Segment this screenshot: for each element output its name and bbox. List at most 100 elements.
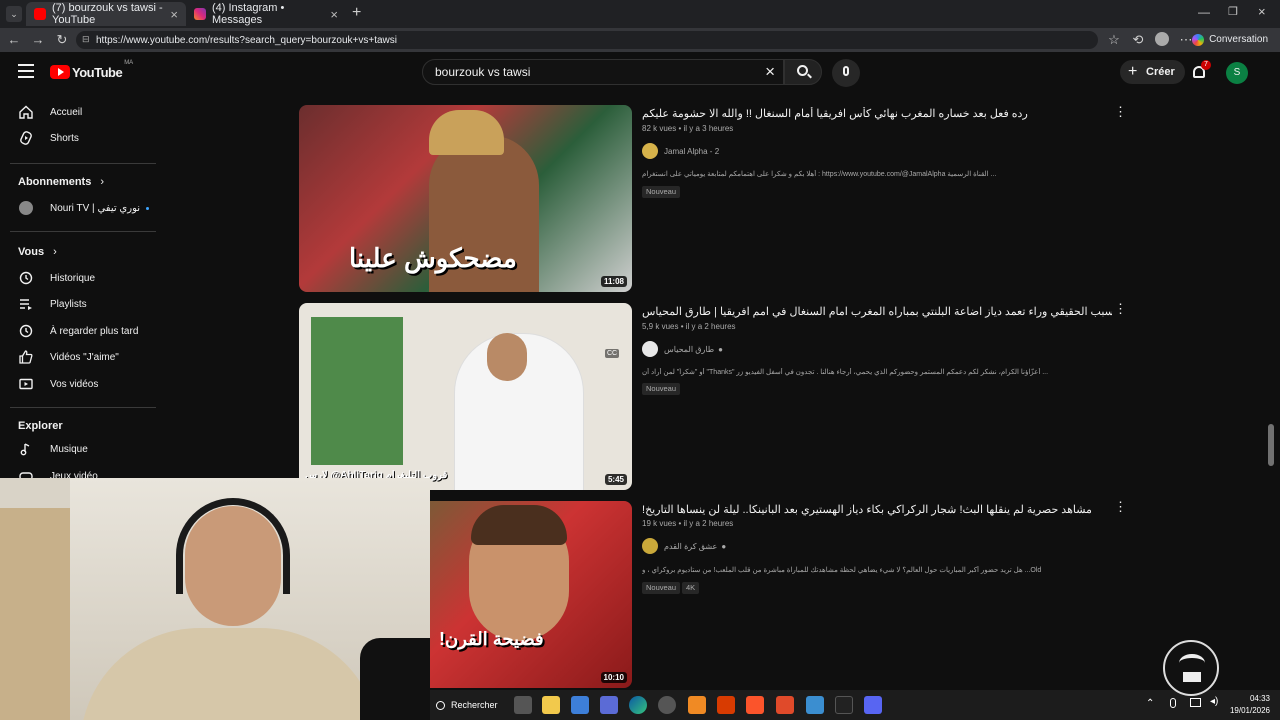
- youtube-logo[interactable]: YouTube MA: [50, 60, 133, 80]
- more-actions-icon[interactable]: ⋮: [1114, 105, 1127, 118]
- clear-search-icon[interactable]: ×: [765, 60, 775, 84]
- close-tab-icon[interactable]: ×: [170, 7, 178, 22]
- discord-icon[interactable]: [864, 696, 882, 714]
- search-icon: [436, 700, 445, 710]
- you-heading[interactable]: Vous ›: [18, 246, 57, 258]
- result-thumbnail[interactable]: مضحكوش علينا 11:08: [299, 105, 632, 292]
- thumbnail-cap-shape: [429, 110, 504, 155]
- show-hidden-icons-icon[interactable]: ⌃: [1146, 698, 1154, 709]
- brave-browser-icon[interactable]: [746, 696, 764, 714]
- reload-icon[interactable]: ↻: [54, 32, 70, 48]
- thumbnail-pitch-shape: [311, 317, 403, 465]
- sidebar-item-label: Vos vidéos: [50, 378, 99, 390]
- microphone-icon[interactable]: [1170, 698, 1176, 708]
- forward-icon[interactable]: →: [30, 32, 46, 48]
- file-explorer-icon[interactable]: [542, 696, 560, 714]
- instagram-favicon-icon: [194, 8, 206, 20]
- sidebar-item-subscription[interactable]: Nouri TV | نوري تيفي: [18, 197, 150, 219]
- webcam-shelf-shape: [0, 508, 70, 720]
- more-actions-icon[interactable]: ⋮: [1114, 302, 1127, 315]
- sidebar-item-your-videos[interactable]: Vos vidéos: [18, 373, 98, 395]
- you-heading-label: Vous: [18, 246, 45, 258]
- your-videos-icon: [18, 376, 34, 392]
- app-icon[interactable]: [806, 696, 824, 714]
- result-title[interactable]: !مشاهد حصرية لم ينقلها البث! شجار الركرا…: [642, 503, 1112, 516]
- voice-search-button[interactable]: [832, 59, 860, 87]
- tab-youtube-label: (7) bourzouk vs tawsi - YouTube: [52, 2, 163, 26]
- tab-actions-icon[interactable]: ⌄: [6, 6, 22, 22]
- notification-badge: 7: [1201, 60, 1211, 70]
- search-query: bourzouk vs tawsi: [435, 65, 531, 79]
- search-button[interactable]: [784, 59, 822, 85]
- account-avatar[interactable]: S: [1226, 62, 1248, 84]
- shorts-icon: [18, 130, 34, 146]
- sidebar-item-music[interactable]: Musique: [18, 438, 88, 460]
- maximize-icon[interactable]: ❐: [1228, 5, 1238, 18]
- webcam-overlay: [0, 478, 430, 720]
- subscriptions-heading[interactable]: Abonnements ›: [18, 176, 104, 188]
- region-label: MA: [124, 60, 134, 66]
- windows-taskbar: Rechercher ⌃ ◂) 04:33 19/01/2026: [430, 690, 1280, 720]
- result-channel[interactable]: عشق كرة القدم ●: [642, 538, 726, 554]
- music-icon: [18, 441, 34, 457]
- new-tab-icon[interactable]: +: [352, 4, 361, 22]
- tab-instagram[interactable]: (4) Instagram • Messages ×: [186, 2, 346, 26]
- logo-mark-shape: [1183, 672, 1201, 682]
- result-channel[interactable]: Jamal Alpha - 2: [642, 143, 719, 159]
- chevron-right-icon: ›: [53, 246, 57, 258]
- sidebar-item-watch-later[interactable]: À regarder plus tard: [18, 320, 138, 342]
- task-view-icon[interactable]: [514, 696, 532, 714]
- chrome-browser-icon[interactable]: [658, 696, 676, 714]
- store-icon[interactable]: [571, 696, 589, 714]
- thumbnail-caption: فضيحة القرن!: [439, 629, 544, 649]
- page-scrollbar[interactable]: [1268, 424, 1274, 466]
- edge-browser-icon[interactable]: [629, 696, 647, 714]
- search-input[interactable]: bourzouk vs tawsi ×: [422, 59, 784, 85]
- clock-date: 19/01/2026: [1229, 706, 1270, 715]
- result-title[interactable]: السبب الحقيقي وراء تعمد دياز اضاعة البلن…: [642, 305, 1112, 318]
- channel-avatar: [642, 538, 658, 554]
- volume-icon[interactable]: ◂): [1210, 696, 1218, 707]
- profile-icon[interactable]: [1154, 32, 1170, 48]
- favorites-icon[interactable]: ☆: [1106, 32, 1122, 48]
- app-icon[interactable]: [600, 696, 618, 714]
- sidebar-item-label: Shorts: [50, 132, 79, 144]
- app-icon[interactable]: [835, 696, 853, 714]
- result-description: أو "شكراً" لمن أراد أن "Thanks" أعزّاؤنا…: [642, 369, 1049, 376]
- tab-youtube[interactable]: (7) bourzouk vs tawsi - YouTube ×: [26, 2, 186, 26]
- network-icon[interactable]: [1190, 698, 1201, 707]
- result-meta: 19 k vues • il y a 2 heures: [642, 519, 734, 528]
- hamburger-menu-icon[interactable]: [18, 64, 34, 78]
- app-icon[interactable]: [688, 696, 706, 714]
- sidebar-item-history[interactable]: Historique: [18, 267, 95, 289]
- brave-browser-icon[interactable]: [776, 696, 794, 714]
- sidebar-item-shorts[interactable]: Shorts: [18, 127, 79, 149]
- channel-avatar: [642, 341, 658, 357]
- video-duration: 11:08: [600, 276, 627, 287]
- explore-heading: Explorer: [18, 420, 63, 432]
- url-field[interactable]: ⊟ https://www.youtube.com/results?search…: [76, 31, 1098, 49]
- taskbar-clock[interactable]: 04:33 19/01/2026: [1230, 693, 1270, 717]
- create-button[interactable]: + Créer: [1120, 60, 1185, 84]
- office-icon[interactable]: [717, 696, 735, 714]
- sidebar-item-playlists[interactable]: Playlists: [18, 293, 87, 315]
- result-thumbnail[interactable]: CC قروب التليغرام AhliTariq@ لإرس 5:45: [299, 303, 632, 490]
- back-icon[interactable]: ←: [6, 32, 22, 48]
- result-title[interactable]: رده فعل بعد خساره المغرب نهائي كأس افريق…: [642, 107, 1112, 120]
- close-window-icon[interactable]: ×: [1258, 4, 1266, 19]
- sidebar-item-liked-videos[interactable]: Vidéos "J'aime": [18, 346, 119, 368]
- badge-new: Nouveau: [642, 186, 681, 198]
- conversation-button[interactable]: Conversation: [1187, 31, 1274, 49]
- minimize-icon[interactable]: —: [1198, 5, 1210, 19]
- close-tab-icon[interactable]: ×: [330, 7, 338, 22]
- explore-heading-label: Explorer: [18, 420, 63, 432]
- cc-icon: CC: [605, 349, 620, 358]
- result-channel[interactable]: طارق المحياس ●: [642, 341, 723, 357]
- notifications-button[interactable]: 7: [1190, 60, 1211, 82]
- site-info-icon[interactable]: ⊟: [82, 34, 90, 45]
- taskbar-search[interactable]: Rechercher: [436, 697, 498, 713]
- thumbnail-face-shape: [487, 333, 527, 381]
- more-actions-icon[interactable]: ⋮: [1114, 500, 1127, 513]
- sidebar-item-home[interactable]: Accueil: [18, 101, 82, 123]
- history-icon[interactable]: ⟲: [1130, 32, 1146, 48]
